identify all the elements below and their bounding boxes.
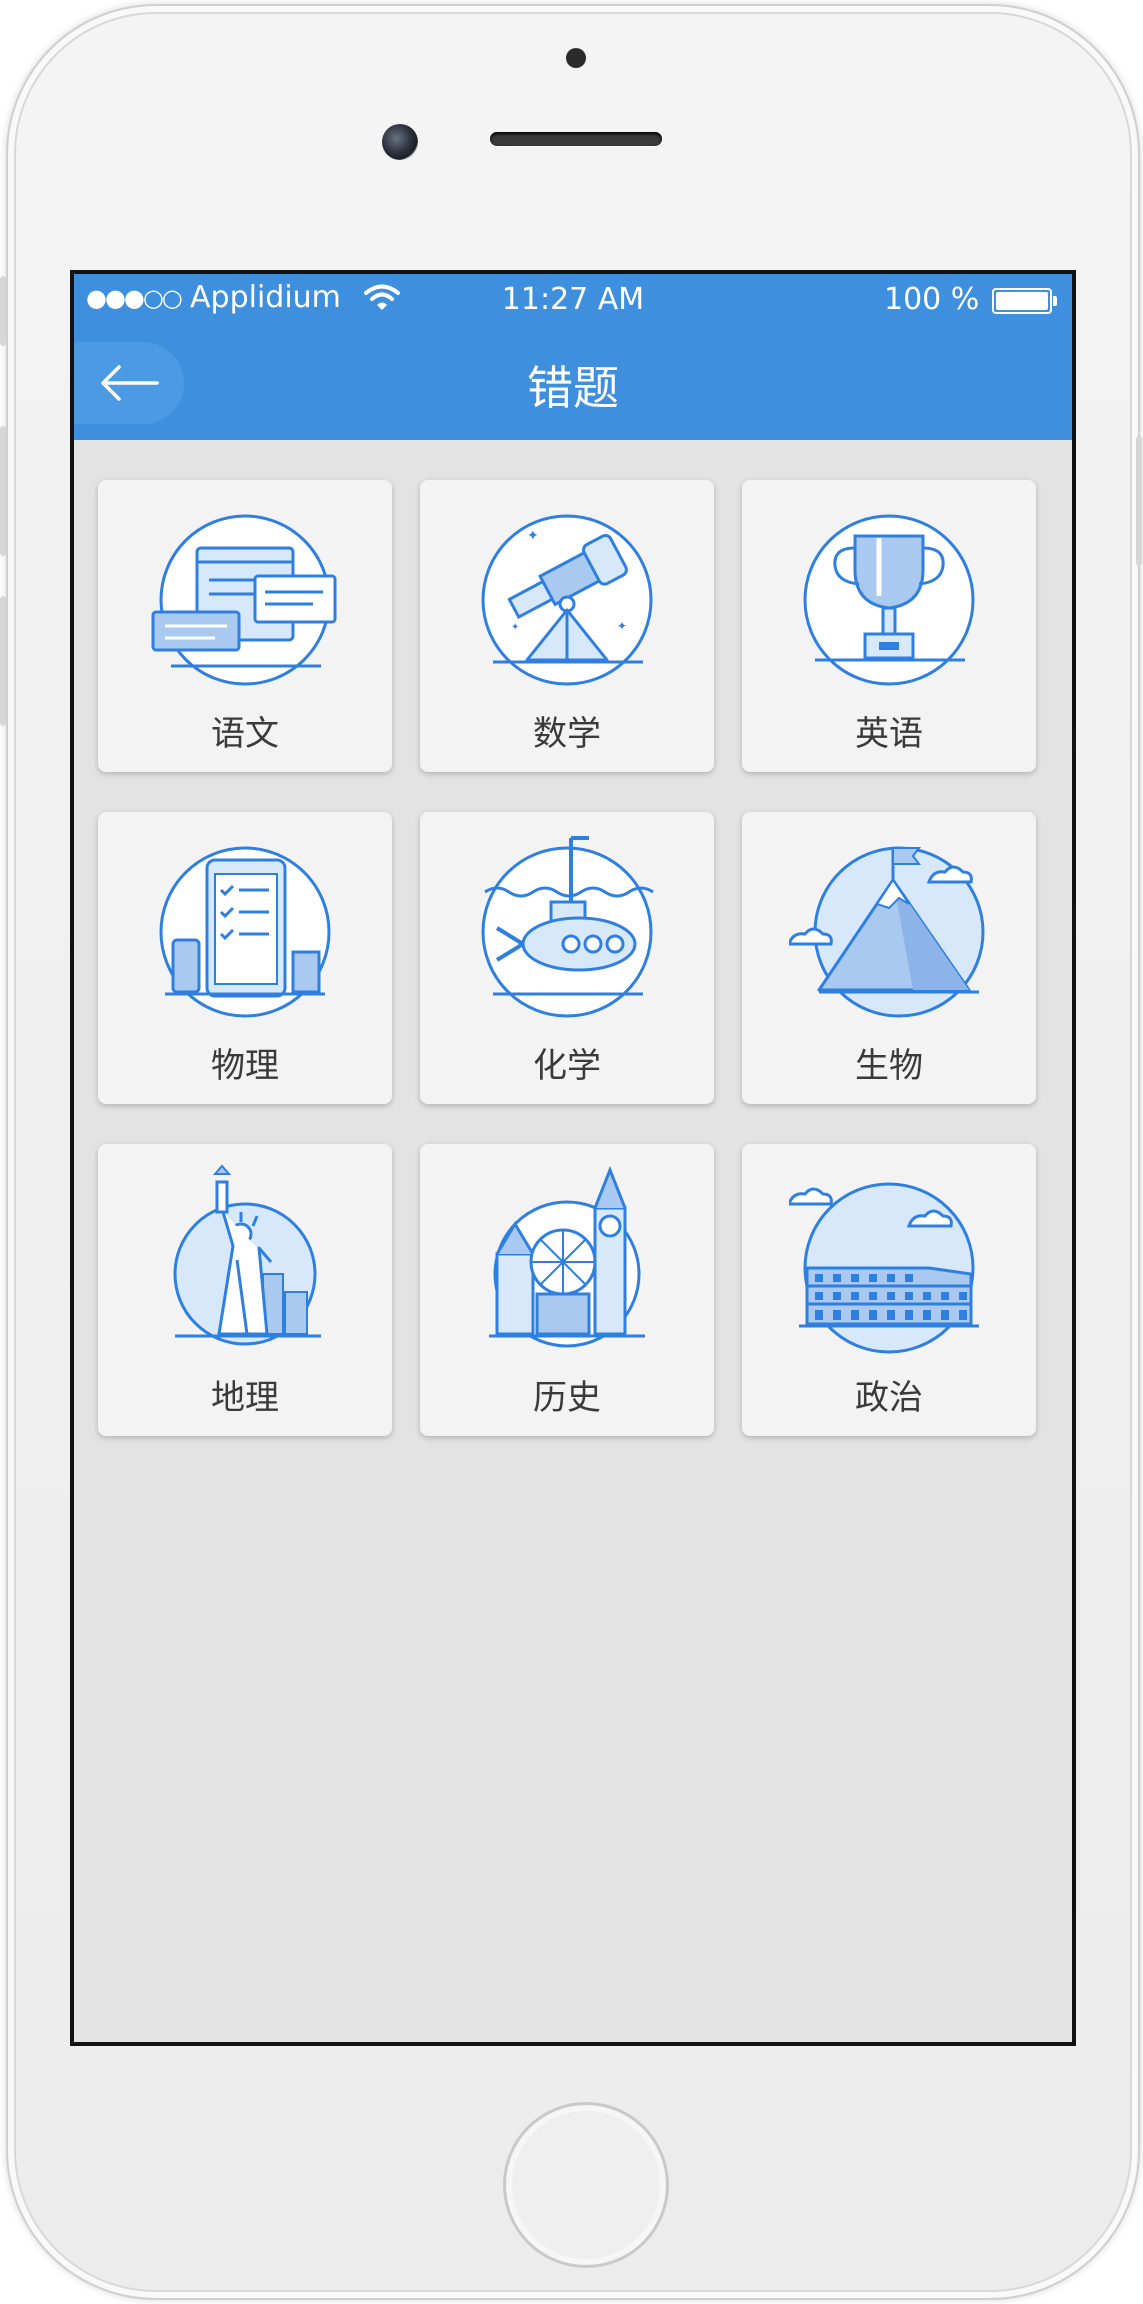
power-button — [1136, 436, 1142, 566]
front-camera — [382, 124, 418, 160]
svg-text:✦: ✦ — [617, 619, 627, 633]
colosseum-icon — [789, 1182, 979, 1354]
subject-label: 生物 — [855, 1046, 923, 1086]
home-button[interactable] — [503, 2102, 669, 2268]
subject-grid: 语文 ✦ ✦ ✦ 数学 英语 物理 化学 生物 地理 历史 政治 — [98, 480, 1036, 1436]
subject-card-english[interactable]: 英语 — [742, 480, 1036, 772]
submarine-icon — [481, 836, 654, 1018]
subject-card-biology[interactable]: 生物 — [742, 812, 1036, 1104]
subject-card-politics[interactable]: 政治 — [742, 1144, 1036, 1436]
trophy-icon — [803, 514, 975, 686]
subject-card-physics[interactable]: 物理 — [98, 812, 392, 1104]
subject-card-math[interactable]: ✦ ✦ ✦ 数学 — [420, 480, 714, 772]
subject-card-geography[interactable]: 地理 — [98, 1144, 392, 1436]
subject-label: 地理 — [211, 1378, 279, 1418]
chat-documents-icon — [151, 514, 337, 686]
app-screen: ●●●○○ Applidium 11:27 AM 100 % 错题 语文 ✦ ✦… — [70, 270, 1076, 2046]
proximity-sensor — [566, 48, 586, 68]
svg-text:✦: ✦ — [527, 528, 539, 544]
status-bar: ●●●○○ Applidium 11:27 AM 100 % — [74, 274, 1072, 324]
subject-card-chemistry[interactable]: 化学 — [420, 812, 714, 1104]
statue-of-liberty-icon — [173, 1164, 321, 1346]
battery-percent: 100 % — [884, 282, 980, 317]
subject-label: 化学 — [533, 1046, 601, 1086]
subject-label: 英语 — [855, 714, 923, 754]
navigation-bar: ●●●○○ Applidium 11:27 AM 100 % 错题 — [74, 274, 1072, 440]
subject-card-chinese[interactable]: 语文 — [98, 480, 392, 772]
subject-card-history[interactable]: 历史 — [420, 1144, 714, 1436]
mountain-flag-icon — [789, 846, 985, 1018]
earpiece-speaker — [490, 132, 662, 146]
battery-icon — [992, 288, 1057, 314]
subject-label: 物理 — [211, 1046, 279, 1086]
subject-label: 政治 — [855, 1378, 923, 1418]
svg-text:✦: ✦ — [511, 622, 519, 633]
volume-down-button — [0, 596, 6, 726]
phone-checklist-icon — [159, 846, 331, 1018]
page-title: 错题 — [527, 361, 619, 415]
volume-up-button — [0, 426, 6, 556]
subject-label: 数学 — [533, 714, 601, 754]
mute-switch — [0, 276, 6, 346]
big-ben-icon — [489, 1165, 645, 1348]
subject-label: 历史 — [533, 1378, 601, 1418]
telescope-icon: ✦ ✦ ✦ — [481, 514, 653, 686]
subject-label: 语文 — [211, 714, 279, 754]
